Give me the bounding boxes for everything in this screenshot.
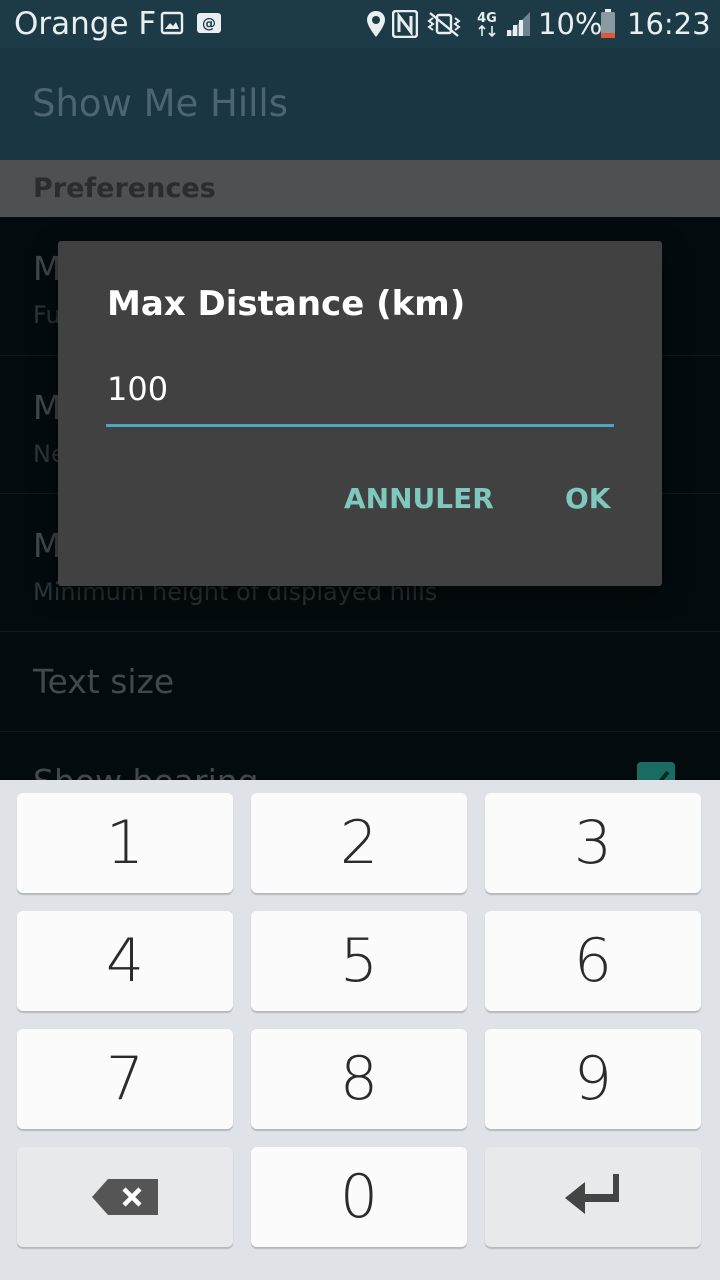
preference-title: Text size — [33, 662, 175, 701]
backspace-key[interactable] — [17, 1147, 233, 1247]
app-bar: Show Me Hills — [0, 48, 720, 160]
preference-row-text-size[interactable]: Text size — [0, 632, 720, 732]
vibrate-icon — [427, 12, 461, 37]
key-6[interactable]: 6 — [485, 911, 701, 1011]
key-1[interactable]: 1 — [17, 793, 233, 893]
key-0[interactable]: 0 — [251, 1147, 467, 1247]
key-5[interactable]: 5 — [251, 911, 467, 1011]
carrier-name: Orange F — [14, 6, 157, 42]
app-title: Show Me Hills — [32, 82, 288, 125]
ok-button[interactable]: OK — [565, 479, 611, 519]
clock: 16:23 — [627, 7, 711, 41]
key-7[interactable]: 7 — [17, 1029, 233, 1129]
key-9[interactable]: 9 — [485, 1029, 701, 1129]
preferences-header-label: Preferences — [33, 173, 216, 204]
battery-percent: 10% — [538, 7, 603, 41]
preferences-header: Preferences — [0, 160, 720, 217]
svg-text:@: @ — [202, 16, 216, 32]
status-bar: Orange F @ 4G 10% 16:23 — [0, 0, 720, 48]
image-icon — [160, 11, 184, 35]
key-2[interactable]: 2 — [251, 793, 467, 893]
nfc-icon — [392, 10, 418, 38]
max-distance-input[interactable]: 100 — [106, 359, 614, 427]
cancel-button[interactable]: ANNULER — [344, 479, 494, 519]
enter-key[interactable] — [485, 1147, 701, 1247]
location-icon — [367, 11, 385, 37]
preference-summary: Fu — [33, 301, 61, 329]
at-icon: @ — [197, 13, 221, 33]
svg-text:4G: 4G — [477, 11, 497, 26]
backspace-icon — [92, 1179, 158, 1215]
max-distance-dialog: Max Distance (km) 100 ANNULER OK — [58, 241, 662, 586]
key-8[interactable]: 8 — [251, 1029, 467, 1129]
4g-icon: 4G — [477, 11, 497, 38]
numeric-keyboard: 1 2 3 4 5 6 7 8 9 0 — [0, 780, 720, 1280]
enter-icon — [565, 1174, 619, 1214]
key-3[interactable]: 3 — [485, 793, 701, 893]
dialog-title: Max Distance (km) — [107, 284, 466, 324]
key-4[interactable]: 4 — [17, 911, 233, 1011]
signal-icon — [506, 12, 530, 36]
battery-icon — [601, 9, 615, 38]
